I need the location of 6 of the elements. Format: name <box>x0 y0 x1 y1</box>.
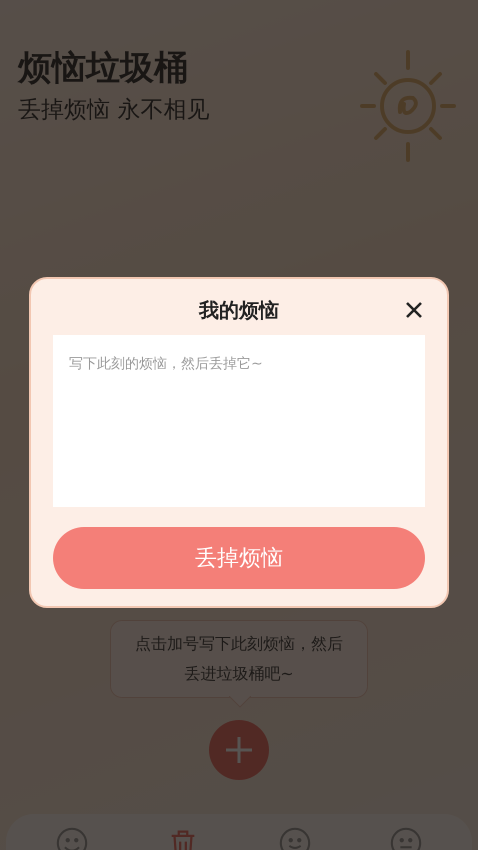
app-title: 烦恼垃圾桶 <box>18 48 188 89</box>
discard-button[interactable]: 丢掉烦恼 <box>53 527 425 589</box>
dialog-title: 我的烦恼 <box>199 296 279 324</box>
app-subtitle: 丢掉烦恼 永不相见 <box>18 96 210 124</box>
worry-input[interactable]: 写下此刻的烦恼，然后丢掉它~ <box>53 335 425 507</box>
close-icon <box>405 301 423 319</box>
